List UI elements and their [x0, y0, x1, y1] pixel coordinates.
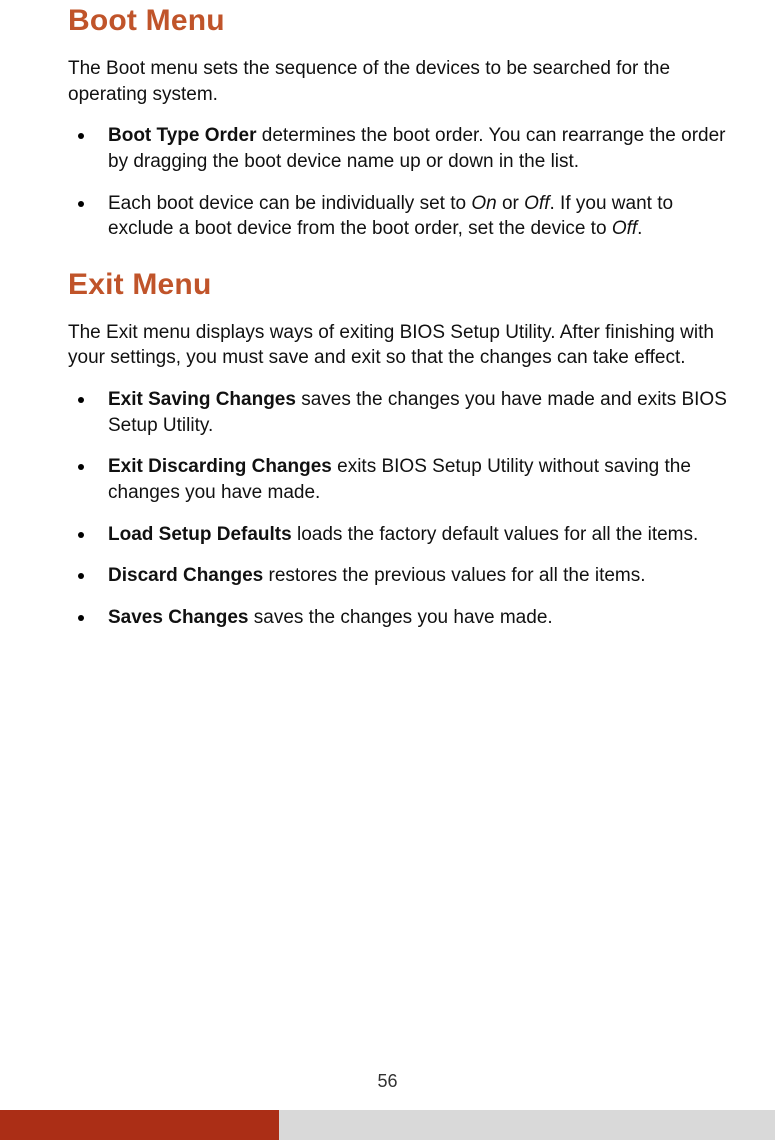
text-run: Each boot device can be individually set… — [108, 193, 471, 214]
heading-exit-menu: Exit Menu — [68, 268, 743, 302]
page-number: 56 — [0, 1071, 775, 1092]
list-item: Exit Saving Changes saves the changes yo… — [68, 387, 743, 438]
exit-menu-list: Exit Saving Changes saves the changes yo… — [68, 387, 743, 630]
page-content: Boot Menu The Boot menu sets the sequenc… — [0, 4, 775, 631]
list-item: Saves Changes saves the changes you have… — [68, 605, 743, 631]
heading-boot-menu: Boot Menu — [68, 4, 743, 38]
list-item: Boot Type Order determines the boot orde… — [68, 123, 743, 174]
list-item: Discard Changes restores the previous va… — [68, 563, 743, 589]
text-run: saves the changes you have made. — [248, 607, 552, 628]
boot-menu-list: Boot Type Order determines the boot orde… — [68, 123, 743, 242]
text-run: . — [637, 218, 642, 239]
text-run: restores the previous values for all the… — [263, 565, 645, 586]
text-run: Off — [524, 193, 549, 214]
text-run: Saves Changes — [108, 607, 248, 628]
text-run: On — [471, 193, 496, 214]
text-run: Load Setup Defaults — [108, 524, 292, 545]
intro-exit-menu: The Exit menu displays ways of exiting B… — [68, 320, 743, 371]
text-run: Exit Discarding Changes — [108, 456, 332, 477]
list-item: Each boot device can be individually set… — [68, 191, 743, 242]
text-run: or — [497, 193, 524, 214]
list-item: Load Setup Defaults loads the factory de… — [68, 522, 743, 548]
text-run: loads the factory default values for all… — [292, 524, 699, 545]
text-run: Off — [612, 218, 637, 239]
list-item: Exit Discarding Changes exits BIOS Setup… — [68, 454, 743, 505]
text-run: Exit Saving Changes — [108, 389, 296, 410]
intro-boot-menu: The Boot menu sets the sequence of the d… — [68, 56, 743, 107]
text-run: Boot Type Order — [108, 125, 257, 146]
text-run: Discard Changes — [108, 565, 263, 586]
